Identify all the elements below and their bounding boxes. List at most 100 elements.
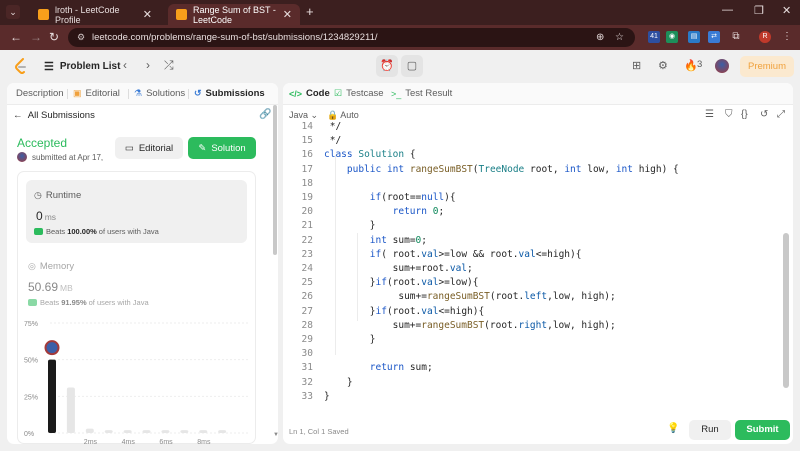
runtime-distribution-chart: 75% 50% 25% 0% 2ms 4ms 6ms 8ms xyxy=(24,321,249,444)
tab-test-result[interactable]: >_ Test Result xyxy=(391,88,452,99)
braces-icon[interactable]: {} xyxy=(741,109,748,120)
extensions-puzzle-icon[interactable]: ⧉ xyxy=(730,31,742,43)
editor-status: Ln 1, Col 1 Saved xyxy=(289,427,349,436)
browser-tab-range-sum[interactable]: Range Sum of BST - LeetCode ✕ xyxy=(168,4,300,25)
code-text: }if(root.val<=high){ xyxy=(324,305,485,317)
extension-icon[interactable]: ▤ xyxy=(688,31,700,43)
line-number: 27 xyxy=(301,305,313,317)
code-line[interactable]: 19 if(root==null){ xyxy=(283,192,781,206)
language-select[interactable]: Java ⌄ xyxy=(289,110,318,121)
code-line[interactable]: 14 */ xyxy=(283,121,781,135)
code-line[interactable]: 17 public int rangeSumBST(TreeNode root,… xyxy=(283,164,781,178)
scroll-down-icon[interactable]: ▼ xyxy=(273,432,278,438)
tab-search-icon[interactable]: ⌄ xyxy=(6,5,20,19)
user-marker-avatar xyxy=(44,340,60,356)
prev-problem-icon[interactable]: ‹ xyxy=(123,58,127,72)
memory-value: 50.69 MB xyxy=(28,280,73,294)
settings-gear-icon[interactable]: ⚙ xyxy=(658,59,668,72)
back-arrow-icon: ← xyxy=(13,110,23,121)
code-line[interactable]: 32 } xyxy=(283,377,781,391)
browser-tab-profile[interactable]: lroth - LeetCode Profile ✕ xyxy=(30,4,160,25)
shuffle-icon[interactable]: ⤮ xyxy=(164,58,174,73)
runtime-panel[interactable]: ◷ Runtime 0 ms Beats 100.00% of users wit… xyxy=(26,180,247,243)
code-line[interactable]: 30 xyxy=(283,348,781,362)
back-icon[interactable]: ← xyxy=(10,30,22,44)
user-avatar[interactable] xyxy=(715,59,729,73)
tab-testcase[interactable]: ☑ Testcase xyxy=(334,88,384,99)
all-submissions-link[interactable]: ← All Submissions xyxy=(13,110,95,121)
chrome-menu-icon[interactable]: ⋮ xyxy=(781,31,793,43)
tab-submissions[interactable]: ↺ Submissions xyxy=(188,88,265,99)
line-number: 16 xyxy=(301,149,313,161)
run-button[interactable]: Run xyxy=(689,420,731,440)
bookmark-icon[interactable]: ⛉ xyxy=(725,109,733,120)
code-text: } xyxy=(324,390,330,402)
line-number: 30 xyxy=(301,348,313,360)
autosave-label: Auto xyxy=(340,110,359,120)
code-line[interactable]: 18 xyxy=(283,178,781,192)
submit-button[interactable]: Submit xyxy=(735,420,790,440)
zoom-icon[interactable]: ⊕ xyxy=(596,28,604,47)
premium-button[interactable]: Premium xyxy=(740,56,794,77)
streak-fire-icon[interactable]: 🔥 xyxy=(684,59,698,72)
notes-icon[interactable]: ▢ xyxy=(401,55,423,77)
timer-icon[interactable]: ⏰ xyxy=(376,55,398,77)
runtime-number: 0 xyxy=(36,209,43,223)
site-info-icon[interactable]: ⚙ xyxy=(77,28,85,47)
tab-solutions[interactable]: ⚗ Solutions xyxy=(127,88,185,99)
hint-bulb-icon[interactable]: 💡 xyxy=(667,423,679,434)
code-text: if( root.val>=low && root.val<=high){ xyxy=(369,248,582,260)
restore-icon[interactable]: ❐ xyxy=(754,4,764,17)
solution-button[interactable]: ✎ Solution xyxy=(188,137,256,159)
address-bar[interactable]: ⚙ leetcode.com/problems/range-sum-of-bst… xyxy=(68,28,635,47)
editor-scrollbar[interactable] xyxy=(783,233,789,388)
code-text: */ xyxy=(324,135,342,147)
distribution-bar xyxy=(199,430,208,433)
code-text: } xyxy=(324,334,376,345)
tab-editorial[interactable]: ▣ Editorial xyxy=(67,88,120,99)
fullscreen-icon[interactable]: ⤢ xyxy=(777,109,785,120)
close-tab-icon[interactable]: ✕ xyxy=(143,8,152,21)
tab-label: Test Result xyxy=(405,88,453,99)
editorial-button[interactable]: ▭ Editorial xyxy=(115,137,183,159)
extension-icon[interactable]: ⇄ xyxy=(708,31,720,43)
close-tab-icon[interactable]: ✕ xyxy=(283,8,292,21)
extension-badge-icon[interactable]: 41 xyxy=(648,31,660,43)
reload-icon[interactable]: ↻ xyxy=(49,30,59,44)
memory-panel[interactable]: ◎ Memory 50.69 MB Beats 91.95% of users w… xyxy=(26,251,247,311)
code-line[interactable]: 33} xyxy=(283,391,781,405)
bookmark-star-icon[interactable]: ☆ xyxy=(615,28,624,47)
layout-icon[interactable]: ⊞ xyxy=(632,59,641,72)
code-line[interactable]: 16 class Solution { xyxy=(283,149,781,163)
forward-icon[interactable]: → xyxy=(30,30,42,44)
distribution-bar xyxy=(218,430,227,433)
next-problem-icon[interactable]: › xyxy=(146,58,150,72)
share-link-icon[interactable]: 🔗 xyxy=(259,109,271,120)
list-icon: ☰ xyxy=(44,61,54,73)
leetcode-logo-icon[interactable] xyxy=(14,58,28,75)
problem-list-button[interactable]: ☰ Problem List xyxy=(44,60,120,73)
code-line[interactable]: 28 sum+=rangeSumBST(root.right,low, high… xyxy=(283,320,781,334)
runtime-label-text: Runtime xyxy=(45,190,82,201)
code-editor[interactable]: 14 */15 */16 class Solution {17 public in… xyxy=(283,121,781,423)
right-panel: </> Code ☑ Testcase >_ Test Result Java … xyxy=(283,83,793,444)
line-number: 29 xyxy=(301,334,313,345)
window-close-icon[interactable]: ✕ xyxy=(782,4,791,17)
status-badge: Accepted xyxy=(17,136,68,150)
code-line[interactable]: 31 return sum; xyxy=(283,362,781,376)
code-line[interactable]: 20 return 0; xyxy=(283,206,781,220)
line-number: 24 xyxy=(301,263,313,274)
profile-avatar-icon[interactable]: R xyxy=(759,31,771,43)
format-icon[interactable]: ☰ xyxy=(705,109,714,120)
left-scrollbar[interactable] xyxy=(273,105,277,255)
tab-code[interactable]: </> Code xyxy=(289,88,330,99)
extension-icon[interactable]: ◉ xyxy=(666,31,678,43)
code-line[interactable]: 29 } xyxy=(283,334,781,348)
reset-icon[interactable]: ↺ xyxy=(760,109,768,120)
tab-description[interactable]: Description xyxy=(16,88,64,99)
code-line[interactable]: 15 */ xyxy=(283,135,781,149)
line-number: 17 xyxy=(301,163,313,175)
minimize-icon[interactable]: — xyxy=(722,4,733,16)
new-tab-icon[interactable]: + xyxy=(306,4,314,19)
language-value: Java xyxy=(289,110,309,120)
